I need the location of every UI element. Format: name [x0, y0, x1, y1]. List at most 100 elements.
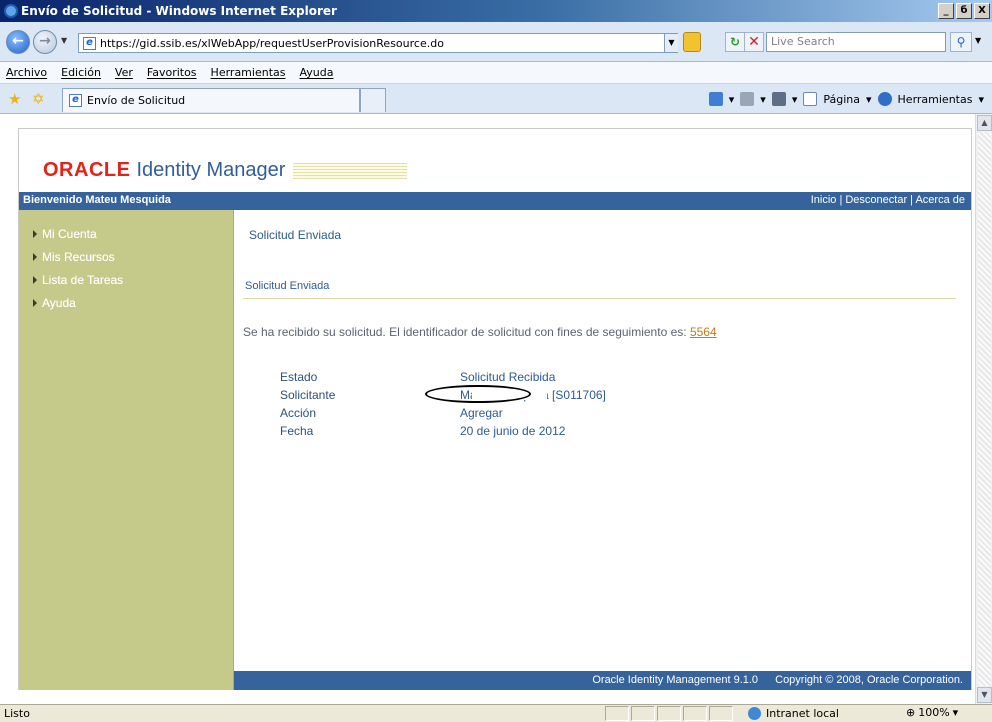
sidebar-item-ayuda[interactable]: Ayuda: [19, 291, 233, 314]
menu-favoritos[interactable]: Favoritos: [147, 66, 197, 79]
sidebar-footer: [19, 671, 234, 690]
feeds-icon[interactable]: [740, 92, 755, 106]
request-details: Estado Solicitud Recibida Solicitante Ma…: [280, 370, 606, 442]
app-header: ORACLE Identity Manager: [19, 129, 971, 192]
address-toolbar: ← → ▼ e https://gid.ssib.es/xlWebApp/req…: [0, 22, 992, 62]
ie-logo-icon: [4, 4, 18, 18]
sidebar-item-mis-recursos[interactable]: Mis Recursos: [19, 245, 233, 268]
confirmation-message: Se ha recibido su solicitud. El identifi…: [243, 325, 717, 339]
window-title-bar: Envío de Solicitud - Windows Internet Ex…: [0, 0, 992, 22]
caret-right-icon: [33, 298, 37, 307]
status-pane: [631, 706, 655, 721]
status-pane: [657, 706, 681, 721]
menu-archivo[interactable]: Archivo: [6, 66, 47, 79]
detail-value: 20 de junio de 2012: [460, 424, 566, 438]
message-text: Se ha recibido su solicitud. El identifi…: [243, 325, 687, 339]
tab-bar: ★ ✡ e Envío de Solicitud ▾ ▾ ▾ Página ▾ …: [0, 84, 992, 114]
status-pane: [605, 706, 629, 721]
app-footer: Oracle Identity Management 9.1.0 Copyrig…: [234, 671, 971, 690]
detail-row: Acción Agregar: [280, 406, 606, 424]
forward-button[interactable]: →: [33, 30, 57, 54]
detail-label: Acción: [280, 406, 317, 420]
scroll-up-icon[interactable]: ▲: [977, 115, 992, 131]
sidebar-item-mi-cuenta[interactable]: Mi Cuenta: [19, 222, 233, 245]
caret-right-icon: [33, 275, 37, 284]
search-options-dropdown-icon[interactable]: ▼: [975, 36, 981, 45]
scroll-down-icon[interactable]: ▼: [977, 687, 992, 703]
favorites-star-icon[interactable]: ★: [8, 90, 21, 108]
url-dropdown-button[interactable]: ▼: [664, 34, 678, 52]
url-input[interactable]: e https://gid.ssib.es/xlWebApp/requestUs…: [78, 33, 678, 53]
sidebar-item-label: Mis Recursos: [42, 249, 115, 264]
home-dropdown-icon[interactable]: ▾: [729, 93, 735, 106]
tools-icon: [877, 92, 892, 106]
search-input[interactable]: Live Search: [766, 32, 946, 52]
scroll-track[interactable]: [978, 132, 991, 686]
page-viewport: ORACLE Identity Manager Bienvenido Mateu…: [0, 114, 992, 704]
status-bar: Listo Intranet local ⊕ 100% ▾: [0, 704, 992, 722]
main-content: Solicitud Enviada Solicitud Enviada Se h…: [234, 210, 971, 671]
sidebar-item-lista-de-tareas[interactable]: Lista de Tareas: [19, 268, 233, 291]
restore-button[interactable]: б: [956, 3, 972, 19]
home-icon[interactable]: [708, 92, 723, 106]
stop-button[interactable]: ✕: [744, 32, 764, 52]
oracle-identity-manager-logo: ORACLE Identity Manager: [43, 159, 408, 182]
tools-dropdown-icon[interactable]: ▾: [978, 93, 984, 106]
menu-edicion[interactable]: Edición: [61, 66, 101, 79]
tab-active[interactable]: e Envío de Solicitud: [62, 88, 360, 112]
page-title: Solicitud Enviada: [249, 228, 342, 242]
intranet-icon: [748, 707, 761, 720]
product-name: Identity Manager: [136, 159, 286, 181]
status-pane: [683, 706, 707, 721]
page-dropdown-icon[interactable]: ▾: [866, 93, 872, 106]
logo-stripes: [293, 162, 408, 179]
security-zone[interactable]: Intranet local: [748, 706, 898, 721]
url-text: https://gid.ssib.es/xlWebApp/requestUser…: [100, 36, 444, 50]
feeds-dropdown-icon[interactable]: ▾: [760, 93, 766, 106]
status-text: Listo: [4, 707, 30, 720]
window-title: Envío de Solicitud - Windows Internet Ex…: [21, 4, 337, 18]
status-pane: [709, 706, 733, 721]
top-navigation-bar: Bienvenido Mateu Mesquida Inicio | Desco…: [19, 192, 971, 210]
back-button[interactable]: ←: [6, 30, 30, 54]
request-id-link[interactable]: 5564: [690, 325, 717, 339]
page-icon: e: [69, 94, 82, 107]
lock-icon[interactable]: [683, 32, 701, 52]
detail-row: Fecha 20 de junio de 2012: [280, 424, 606, 442]
welcome-text: Bienvenido Mateu Mesquida: [23, 194, 171, 206]
zoom-control[interactable]: ⊕ 100% ▾: [906, 706, 958, 719]
zoom-dropdown-icon[interactable]: ▾: [953, 706, 959, 719]
vertical-scrollbar[interactable]: ▲ ▼: [975, 114, 992, 704]
footer-copyright: Copyright © 2008, Oracle Corporation.: [775, 674, 963, 686]
minimize-button[interactable]: _: [938, 3, 954, 19]
print-dropdown-icon[interactable]: ▾: [792, 93, 798, 106]
close-button[interactable]: X: [974, 3, 990, 19]
sidebar: Mi Cuenta Mis Recursos Lista de Tareas A…: [19, 210, 234, 671]
sidebar-item-label: Ayuda: [42, 295, 76, 310]
menu-herramientas[interactable]: Herramientas: [211, 66, 286, 79]
zone-label: Intranet local: [766, 707, 839, 720]
print-icon[interactable]: [771, 92, 786, 106]
refresh-button[interactable]: ↻: [725, 32, 745, 52]
menu-bar: Archivo Edición Ver Favoritos Herramient…: [0, 62, 992, 84]
new-tab-button[interactable]: [360, 88, 386, 112]
menu-ver[interactable]: Ver: [115, 66, 133, 79]
tools-menu-button[interactable]: Herramientas: [898, 93, 973, 106]
detail-label: Estado: [280, 370, 318, 384]
command-bar: ▾ ▾ ▾ Página ▾ Herramientas ▾: [708, 92, 984, 106]
history-dropdown-icon[interactable]: ▼: [61, 36, 67, 45]
detail-value: Agregar: [460, 406, 503, 420]
add-favorite-icon[interactable]: ✡: [32, 90, 45, 108]
page-menu-button[interactable]: Página: [823, 93, 860, 106]
menu-ayuda[interactable]: Ayuda: [299, 66, 333, 79]
section-divider: [243, 298, 956, 299]
detail-row: Estado Solicitud Recibida: [280, 370, 606, 388]
oim-app: ORACLE Identity Manager Bienvenido Mateu…: [18, 128, 972, 690]
search-button[interactable]: ⚲: [950, 32, 972, 52]
page-menu-icon: [803, 92, 818, 106]
caret-right-icon: [33, 252, 37, 261]
top-links[interactable]: Inicio | Desconectar | Acerca de: [811, 194, 965, 206]
status-panes: [605, 706, 733, 721]
detail-label: Fecha: [280, 424, 314, 438]
page-icon: e: [83, 36, 96, 50]
